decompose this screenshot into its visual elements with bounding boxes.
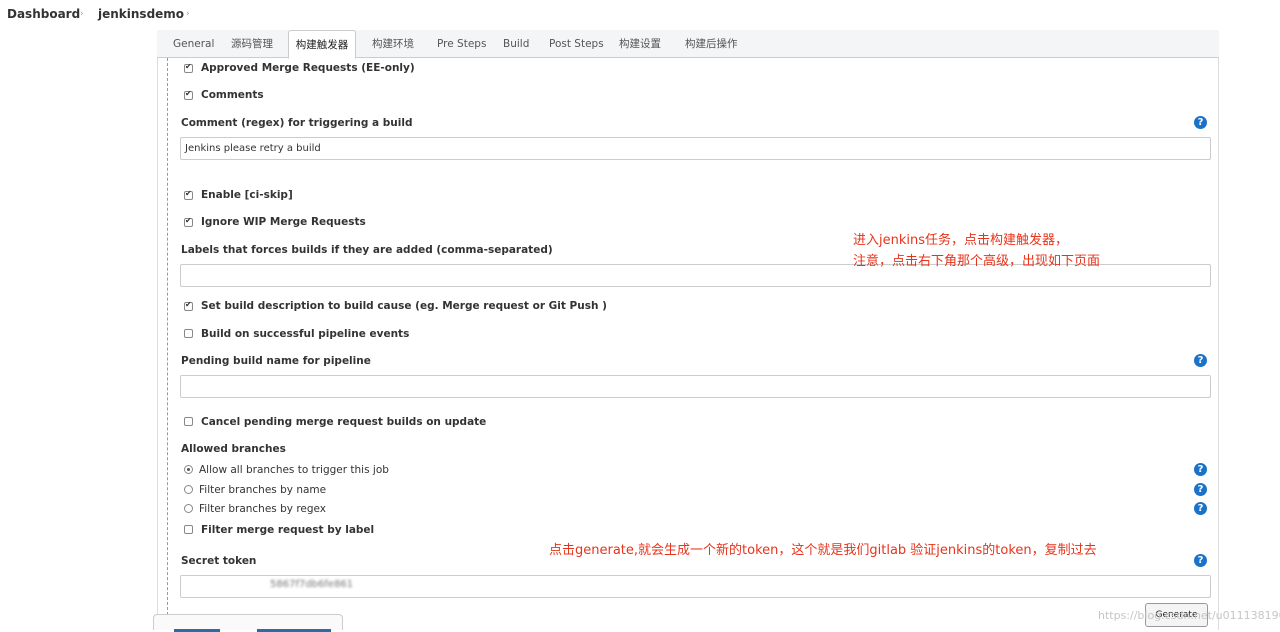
annotation-note-1-line-1: 进入jenkins任务，点击构建触发器， [853,233,1069,248]
tab-pre-steps[interactable]: Pre Steps [437,30,486,58]
comments-label: Comments [201,89,264,101]
tab-general[interactable]: General [173,30,214,58]
comment-regex-input[interactable]: Jenkins please retry a build [180,137,1211,160]
filter-merge-request-label: Filter merge request by label [201,524,375,536]
tab-scm[interactable]: 源码管理 [231,30,273,58]
section-divider [167,58,168,630]
ignore-wip-label: Ignore WIP Merge Requests [201,216,366,228]
tab-build-environment[interactable]: 构建环境 [372,30,414,58]
secret-token-value: 5867f7db6fe861 [182,579,382,593]
annotation-note-2: 点击generate,就会生成一个新的token，这个就是我们gitlab 验证… [549,543,1097,558]
enable-ci-skip-label: Enable [ci-skip] [201,189,293,201]
allow-all-branches-radio[interactable] [184,465,193,474]
secret-token-text: 5867f7db6fe861 [270,579,354,590]
set-build-description-label: Set build description to build cause (eg… [201,300,607,312]
help-icon[interactable]: ? [1194,502,1207,515]
build-on-pipeline-checkbox[interactable] [184,329,193,338]
filter-by-regex-radio[interactable] [184,504,193,513]
comments-checkbox[interactable] [184,89,193,100]
filter-by-name-radio[interactable] [184,485,193,494]
breadcrumb-job[interactable]: jenkinsdemo [98,7,184,21]
tab-post-steps[interactable]: Post Steps [549,30,604,58]
tab-build-triggers[interactable]: 构建触发器 [288,30,356,59]
help-icon[interactable]: ? [1194,463,1207,476]
set-build-description-checkbox[interactable] [184,300,193,311]
tab-post-build-actions[interactable]: 构建后操作 [685,30,738,58]
approved-merge-requests-checkbox[interactable] [184,62,193,73]
breadcrumb-dropdown-icon[interactable]: › [186,9,190,19]
cancel-pending-label: Cancel pending merge request builds on u… [201,416,487,428]
secret-token-label: Secret token [181,555,257,567]
config-tab-bar: General 源码管理 构建触发器 构建环境 Pre Steps Build … [157,30,1219,59]
enable-ci-skip-checkbox[interactable] [184,189,193,200]
breadcrumb-dashboard[interactable]: Dashboard [7,7,80,21]
filter-by-name-label: Filter branches by name [199,484,327,496]
cancel-pending-checkbox[interactable] [184,417,193,426]
pending-build-name-label: Pending build name for pipeline [181,355,371,367]
help-icon[interactable]: ? [1194,554,1207,567]
annotation-note-1-line-2: 注意，点击右下角那个高级，出现如下页面 [853,254,1101,269]
build-on-pipeline-label: Build on successful pipeline events [201,328,410,340]
allow-all-branches-label: Allow all branches to trigger this job [199,464,389,476]
filter-by-regex-label: Filter branches by regex [199,503,327,515]
breadcrumb: Dashboard › jenkinsdemo › [0,0,1280,30]
pending-build-name-input[interactable] [180,375,1211,398]
comment-regex-label: Comment (regex) for triggering a build [181,117,413,129]
ignore-wip-checkbox[interactable] [184,216,193,227]
filter-merge-request-checkbox[interactable] [184,525,193,534]
help-icon[interactable]: ? [1194,354,1207,367]
help-icon[interactable]: ? [1194,116,1207,129]
allowed-branches-label: Allowed branches [181,443,286,455]
save-apply-bar [153,614,343,632]
approved-merge-requests-label: Approved Merge Requests (EE-only) [201,62,415,74]
help-icon[interactable]: ? [1194,483,1207,496]
breadcrumb-separator: › [80,9,84,19]
tab-build[interactable]: Build [503,30,529,58]
watermark: https://blog.csdn.net/u011138190 [1098,609,1280,622]
tab-build-settings[interactable]: 构建设置 [619,30,661,58]
labels-force-builds-label: Labels that forces builds if they are ad… [181,244,553,256]
